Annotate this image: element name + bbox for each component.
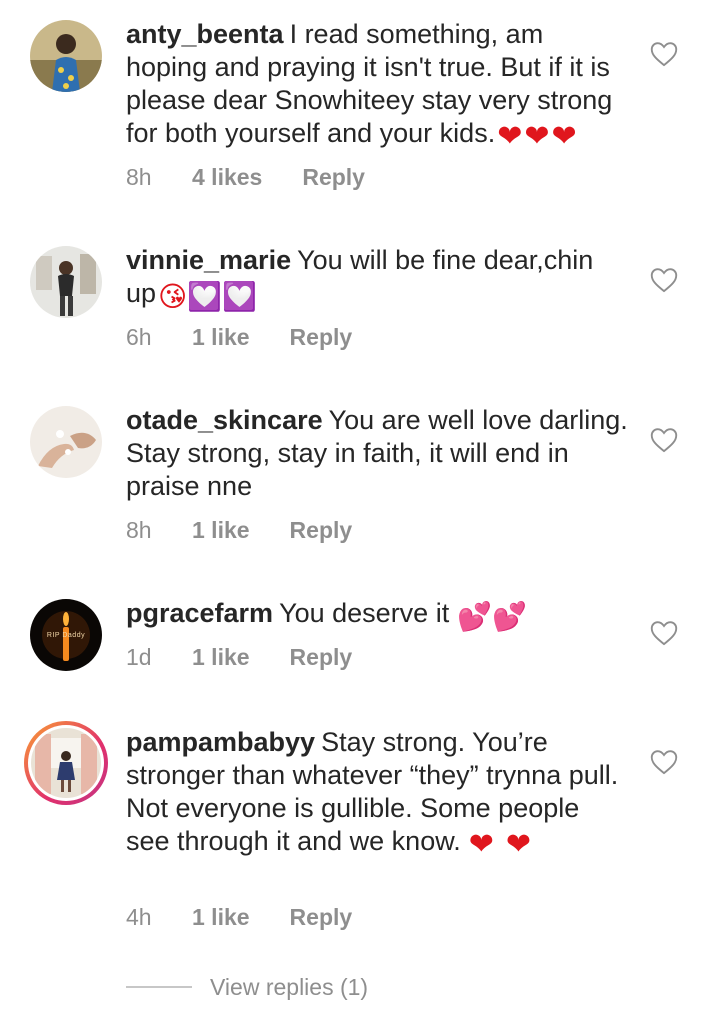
red-heart-emoji: ❤❤❤ — [497, 120, 579, 153]
comment-body: otade_skincare You are well love darling.… — [126, 404, 628, 503]
avatar-story-ring[interactable] — [24, 721, 108, 805]
comment-username[interactable]: vinnie_marie — [126, 245, 291, 275]
comment-meta: 6h 1 like Reply — [126, 324, 352, 351]
avatar[interactable] — [30, 20, 102, 92]
comment-username[interactable]: pgracefarm — [126, 598, 273, 628]
comment-time: 4h — [126, 904, 152, 930]
avatar-caption: RIP Daddy — [46, 632, 86, 639]
avatar[interactable] — [30, 246, 102, 318]
comment-text: You deserve it — [279, 598, 450, 628]
comment-time: 8h — [126, 517, 152, 543]
heart-outline-icon[interactable] — [650, 41, 678, 67]
reply-button[interactable]: Reply — [302, 164, 365, 191]
comment-meta: 4h 1 like Reply — [126, 904, 352, 931]
comment-meta: 1d 1 like Reply — [126, 644, 352, 671]
avatar-photo — [30, 246, 102, 318]
avatar-photo — [31, 728, 101, 798]
avatar[interactable]: RIP Daddy — [30, 599, 102, 671]
heart-outline-icon[interactable] — [650, 749, 678, 775]
comment-username[interactable]: pampambabyy — [126, 727, 315, 757]
avatar-photo — [30, 20, 102, 92]
comment-time: 8h — [126, 164, 152, 190]
comment-time: 6h — [126, 324, 152, 350]
reply-button[interactable]: Reply — [290, 904, 353, 931]
reply-button[interactable]: Reply — [290, 517, 353, 544]
comment-meta: 8h 1 like Reply — [126, 517, 352, 544]
avatar[interactable] — [30, 406, 102, 478]
likes-count[interactable]: 1 like — [192, 644, 250, 671]
comment-username[interactable]: anty_beenta — [126, 19, 284, 49]
heart-outline-icon[interactable] — [650, 427, 678, 453]
view-replies-label: View replies (1) — [210, 973, 369, 1000]
kiss-heart-emoji: 😘💟💟 — [158, 281, 257, 312]
comment-body: pgracefarm You deserve it 💕💕 — [126, 597, 628, 633]
reply-button[interactable]: Reply — [290, 324, 353, 351]
comment-username[interactable]: otade_skincare — [126, 405, 323, 435]
likes-count[interactable]: 1 like — [192, 904, 250, 931]
comment-time: 1d — [126, 644, 152, 670]
view-replies-button[interactable]: View replies (1) — [126, 970, 368, 1004]
likes-count[interactable]: 1 like — [192, 324, 250, 351]
avatar — [28, 725, 104, 801]
likes-count[interactable]: 1 like — [192, 517, 250, 544]
red-heart-emoji: ❤❤ — [468, 828, 543, 861]
comment-meta: 8h 4 likes Reply — [126, 164, 365, 191]
comment-body: pampambabyy Stay strong. You’re stronger … — [126, 726, 628, 861]
view-replies-divider — [126, 986, 192, 988]
comment-body: anty_beenta I read something, am hoping a… — [126, 18, 628, 153]
heart-outline-icon[interactable] — [650, 267, 678, 293]
comment-body: vinnie_marie You will be fine dear,chin u… — [126, 244, 628, 313]
likes-count[interactable]: 4 likes — [192, 164, 262, 191]
heart-outline-icon[interactable] — [650, 620, 678, 646]
reply-button[interactable]: Reply — [290, 644, 353, 671]
two-hearts-emoji: 💕💕 — [457, 601, 527, 632]
avatar-photo — [30, 406, 102, 478]
